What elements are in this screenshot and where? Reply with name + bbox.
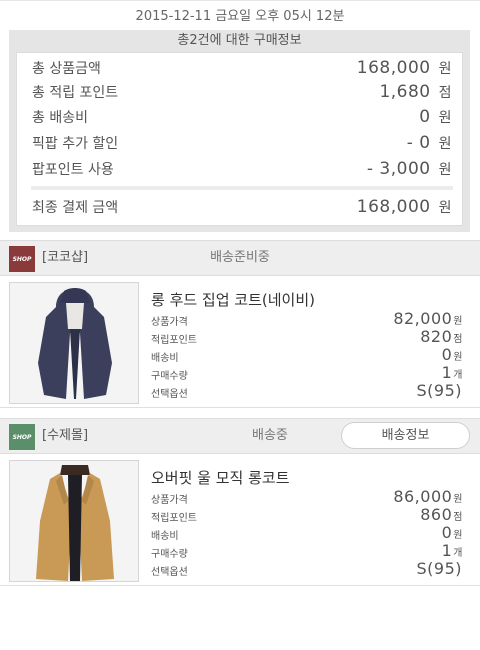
detail-label: 구매수량 (151, 549, 188, 560)
product-item[interactable]: 오버핏 울 모직 롱코트 상품가격 86,000원 적립포인트 860점 배송비… (0, 455, 480, 586)
summary-value: 168,000 원 (356, 58, 452, 78)
detail-label: 적립포인트 (151, 513, 197, 524)
product-detail-price: 상품가격 86,000원 (151, 487, 463, 506)
detail-value: 82,000원 (393, 309, 463, 328)
product-detail-quantity: 구매수량 1개 (151, 541, 463, 560)
summary-row-shipping: 총 배송비 0원 (32, 105, 452, 129)
delivery-status: 배송준비중 (210, 250, 270, 265)
product-detail-shipping: 배송비 0원 (151, 523, 463, 542)
detail-label: 선택옵션 (151, 389, 188, 400)
summary-label: 총 배송비 (32, 110, 88, 126)
detail-value: 1개 (441, 541, 463, 560)
summary-title: 총2건에 대한 구매정보 (177, 33, 302, 48)
product-name[interactable]: 롱 후드 집업 코트(네이비) (151, 289, 315, 310)
shop-header-cocoshop: SHOP [코코샵] 배송준비중 (0, 240, 480, 276)
detail-label: 상품가격 (151, 495, 188, 506)
shop-logo: SHOP (9, 424, 35, 450)
product-detail-points: 적립포인트 820점 (151, 327, 463, 346)
summary-label: 총 적립 포인트 (32, 85, 119, 101)
summary-divider (31, 186, 453, 190)
summary-value: - 3,000 원 (366, 159, 452, 179)
summary-row-poppoint-used: 팝포인트 사용 - 3,000 원 (32, 157, 452, 181)
detail-label: 상품가격 (151, 317, 188, 328)
detail-value: 0원 (441, 523, 463, 542)
delivery-status: 배송중 (252, 428, 288, 443)
summary-row-final-amount: 최종 결제 금액 168,000 원 (32, 195, 452, 219)
product-detail-quantity: 구매수량 1개 (151, 363, 463, 382)
detail-value: 0원 (441, 345, 463, 364)
product-item[interactable]: 롱 후드 집업 코트(네이비) 상품가격 82,000원 적립포인트 820점 … (0, 277, 480, 408)
summary-label: 총 상품금액 (32, 61, 101, 77)
summary-value: 1,680 점 (379, 82, 452, 102)
detail-value: 860점 (420, 505, 463, 524)
product-detail-option: 선택옵션 S(95) (151, 381, 463, 400)
summary-row-pickpop-discount: 픽팝 추가 할인 - 0원 (32, 131, 452, 155)
product-detail-points: 적립포인트 860점 (151, 505, 463, 524)
order-datetime: 2015-12-11 금요일 오후 05시 12분 (0, 0, 480, 30)
summary-value: 0원 (419, 107, 452, 127)
final-amount-label: 최종 결제 금액 (32, 200, 119, 216)
summary-row-total-price: 총 상품금액 168,000 원 (32, 56, 452, 80)
product-detail-shipping: 배송비 0원 (151, 345, 463, 364)
final-amount-value: 168,000 원 (356, 197, 452, 217)
detail-label: 선택옵션 (151, 567, 188, 578)
summary-value: - 0원 (406, 133, 452, 153)
summary-row-total-points: 총 적립 포인트 1,680 점 (32, 80, 452, 104)
detail-value: S(95) (416, 381, 462, 400)
summary-label: 팝포인트 사용 (32, 162, 114, 178)
summary-table: 총 상품금액 168,000 원 총 적립 포인트 1,680 점 총 배송비 0원… (16, 52, 463, 226)
detail-value: 820점 (420, 327, 463, 346)
detail-value: S(95) (416, 559, 462, 578)
detail-label: 적립포인트 (151, 335, 197, 346)
product-detail-price: 상품가격 82,000원 (151, 309, 463, 328)
detail-label: 배송비 (151, 531, 179, 542)
detail-label: 구매수량 (151, 371, 188, 382)
shop-name[interactable]: [수제몰] (42, 419, 88, 453)
purchase-summary: 총2건에 대한 구매정보 총 상품금액 168,000 원 총 적립 포인트 1,… (9, 30, 470, 232)
product-image-navy-coat[interactable] (9, 282, 139, 404)
product-image-camel-coat[interactable] (9, 460, 139, 582)
detail-value: 86,000원 (393, 487, 463, 506)
delivery-info-button[interactable]: 배송정보 (341, 422, 470, 449)
summary-label: 픽팝 추가 할인 (32, 136, 119, 152)
detail-value: 1개 (441, 363, 463, 382)
detail-label: 배송비 (151, 353, 179, 364)
shop-header-handmade-mall: SHOP [수제몰] 배송중 배송정보 (0, 418, 480, 454)
product-name[interactable]: 오버핏 울 모직 롱코트 (151, 467, 290, 488)
product-detail-option: 선택옵션 S(95) (151, 559, 463, 578)
